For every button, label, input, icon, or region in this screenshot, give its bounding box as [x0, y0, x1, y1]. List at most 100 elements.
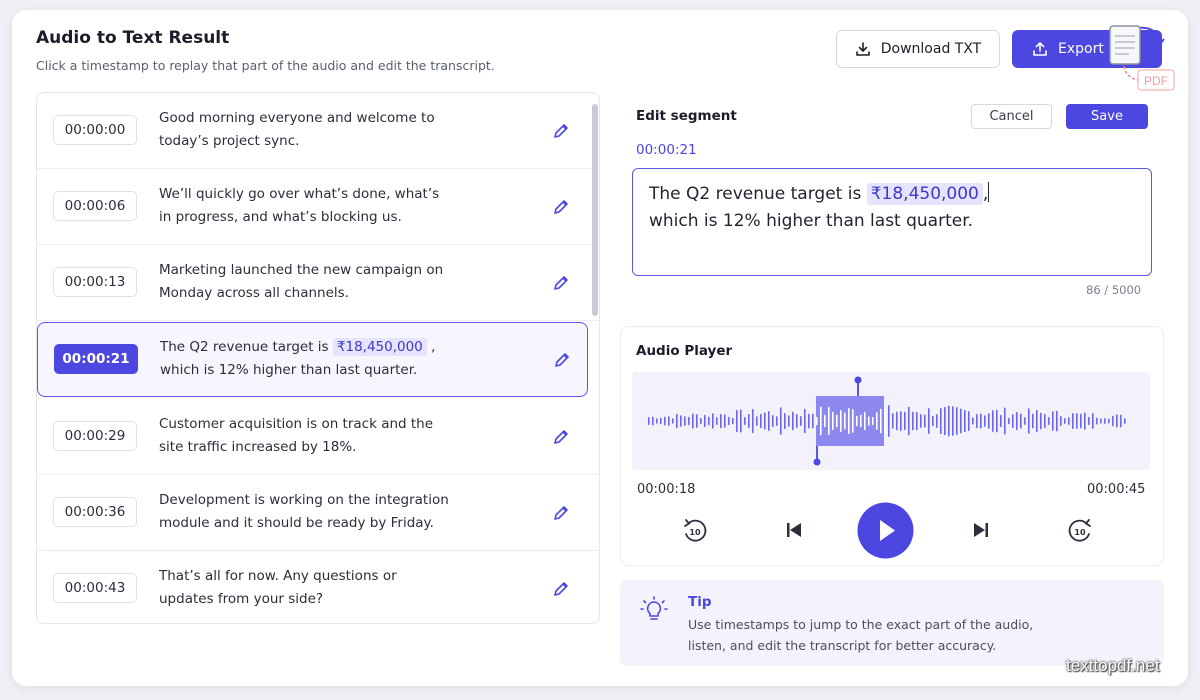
skip-forward-icon[interactable] — [972, 521, 990, 539]
segment-text: The Q2 revenue target is ₹18,450,000 , w… — [160, 338, 436, 378]
waveform-bar — [692, 413, 694, 429]
waveform-bar — [832, 411, 834, 431]
highlighted-amount: ₹18,450,000 — [866, 183, 983, 205]
timestamp-button-active[interactable]: 00:00:21 — [54, 344, 138, 374]
rewind-10-button[interactable]: 10 — [681, 517, 709, 545]
audio-player-title: Audio Player — [636, 343, 733, 359]
waveform-bar — [892, 413, 894, 429]
waveform-bar — [784, 412, 786, 430]
segment-row[interactable]: 00:00:06 We’ll quickly go over what’s do… — [37, 169, 599, 245]
waveform-bar — [1124, 418, 1126, 424]
waveform-bar — [1100, 418, 1102, 424]
save-button[interactable]: Save — [1066, 104, 1148, 129]
list-scrollbar[interactable] — [592, 104, 598, 316]
waveform-bar — [1076, 413, 1078, 429]
selected-region[interactable] — [816, 396, 884, 446]
waveform-bar — [788, 415, 790, 427]
edit-pencil-icon[interactable] — [552, 274, 570, 292]
waveform-bar — [868, 416, 870, 426]
download-icon — [855, 42, 870, 56]
waveform-bar — [776, 416, 778, 426]
segment-row[interactable]: 00:00:00 Good morning everyone and welco… — [37, 93, 599, 169]
waveform-bar — [1048, 417, 1050, 425]
waveform-bar — [1016, 411, 1018, 431]
waveform-bar — [1040, 412, 1042, 430]
skip-back-icon[interactable] — [785, 521, 803, 539]
waveform-bar — [1056, 410, 1058, 432]
waveform-bar — [980, 413, 982, 429]
timestamp-button[interactable]: 00:00:43 — [53, 573, 137, 603]
segment-row-active[interactable]: 00:00:21 The Q2 revenue target is ₹18,45… — [37, 322, 588, 397]
waveform-bar — [804, 408, 806, 434]
timestamp-button[interactable]: 00:00:06 — [53, 191, 137, 221]
waveform-bar — [884, 409, 886, 433]
waveform-bar — [772, 414, 774, 428]
waveform-bar — [1044, 413, 1046, 429]
edit-timestamp: 00:00:21 — [636, 142, 697, 158]
waveform-bar — [744, 416, 746, 426]
waveform-bar — [1052, 411, 1054, 431]
transcript-list: 00:00:00 Good morning everyone and welco… — [36, 92, 600, 624]
edit-pencil-icon[interactable] — [552, 580, 570, 598]
timestamp-button[interactable]: 00:00:13 — [53, 267, 137, 297]
waveform-start-time: 00:00:18 — [637, 482, 696, 497]
text-caret — [988, 182, 990, 202]
segment-row[interactable]: 00:00:13 Marketing launched the new camp… — [37, 245, 599, 321]
play-button[interactable] — [857, 502, 914, 559]
waveform-bar — [836, 414, 838, 428]
waveform-bar — [912, 411, 914, 431]
waveform-bar — [732, 417, 734, 425]
segment-text: That’s all for now. Any questions or upda… — [159, 568, 397, 607]
segment-row[interactable]: 00:00:36 Development is working on the i… — [37, 475, 599, 551]
edit-segment-title: Edit segment — [636, 108, 737, 124]
edit-pencil-icon[interactable] — [552, 504, 570, 522]
waveform-bar — [672, 418, 674, 424]
timestamp-button[interactable]: 00:00:36 — [53, 497, 137, 527]
timestamp-button[interactable]: 00:00:29 — [53, 421, 137, 451]
forward-10-button[interactable]: 10 — [1066, 517, 1094, 545]
waveform-bar — [1000, 414, 1002, 428]
waveform-bar — [796, 414, 798, 428]
segment-row[interactable]: 00:00:43 That’s all for now. Any questio… — [37, 551, 599, 623]
waveform-bar — [908, 406, 910, 436]
audio-waveform[interactable] — [632, 372, 1150, 470]
waveform-bar — [920, 414, 922, 428]
waveform-bar — [764, 412, 766, 430]
waveform-bar — [824, 414, 826, 428]
waveform-bar — [1068, 417, 1070, 425]
waveform-bar — [816, 416, 818, 426]
waveform-bar — [748, 413, 750, 429]
edit-pencil-icon[interactable] — [553, 351, 571, 369]
edit-pencil-icon[interactable] — [552, 198, 570, 216]
region-start-handle[interactable] — [813, 458, 821, 466]
waveform-bar — [684, 416, 686, 426]
waveform-bar — [712, 413, 714, 429]
waveform-bar — [964, 409, 966, 433]
waveform-bar — [968, 411, 970, 431]
waveform-bar — [1096, 417, 1098, 425]
waveform-bar — [928, 408, 930, 434]
waveform-bar — [688, 416, 690, 426]
waveform-bar — [760, 413, 762, 429]
segment-text: Customer acquisition is on track and the… — [159, 416, 434, 455]
cancel-button[interactable]: Cancel — [971, 104, 1052, 129]
export-label: Export — [1058, 41, 1104, 57]
waveform-bar — [792, 411, 794, 431]
segment-row[interactable]: 00:00:29 Customer acquisition is on trac… — [37, 399, 599, 475]
segment-text: Development is working on the integratio… — [159, 492, 449, 531]
waveform-bar — [716, 417, 718, 425]
timestamp-button[interactable]: 00:00:00 — [53, 115, 137, 145]
region-end-handle[interactable] — [854, 376, 862, 384]
edit-pencil-icon[interactable] — [552, 122, 570, 140]
edit-pencil-icon[interactable] — [552, 428, 570, 446]
download-txt-button[interactable]: Download TXT — [836, 30, 1000, 68]
waveform-bar — [700, 417, 702, 425]
waveform-bar — [864, 411, 866, 431]
waveform-bar — [1020, 413, 1022, 429]
waveform-bar — [840, 410, 842, 432]
waveform-bar — [820, 406, 822, 436]
pdf-file-icon: PDF — [1109, 25, 1175, 91]
waveform-bar — [1028, 408, 1030, 434]
page-subtitle: Click a timestamp to replay that part of… — [36, 58, 495, 73]
segment-text-editor[interactable]: The Q2 revenue target is ₹18,450,000, wh… — [632, 168, 1152, 276]
